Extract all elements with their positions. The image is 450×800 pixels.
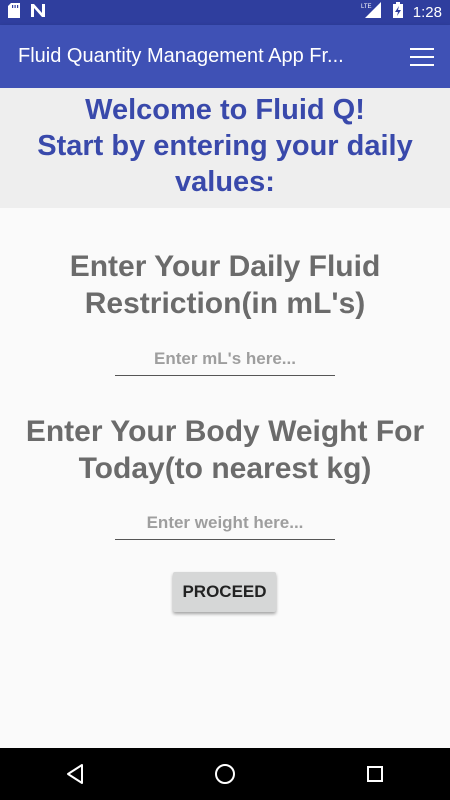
recents-icon[interactable] xyxy=(355,754,395,794)
app-title: Fluid Quantity Management App Fr... xyxy=(18,45,344,67)
fluid-restriction-label: Enter Your Daily Fluid Restriction(in mL… xyxy=(69,250,381,320)
sd-card-icon xyxy=(8,2,20,23)
battery-charging-icon xyxy=(392,2,403,23)
n-notification-icon xyxy=(30,3,46,23)
proceed-button[interactable]: PROCEED xyxy=(173,572,276,612)
lte-signal-icon: LTE xyxy=(361,2,383,23)
body-weight-input[interactable] xyxy=(115,506,335,540)
status-time: 1:28 xyxy=(412,4,442,21)
navigation-bar xyxy=(0,748,450,800)
body-weight-label: Enter Your Body Weight For Today(to near… xyxy=(25,415,425,485)
fluid-restriction-input[interactable] xyxy=(115,342,335,376)
app-bar: Fluid Quantity Management App Fr... xyxy=(0,25,450,88)
back-icon[interactable] xyxy=(55,754,95,794)
home-icon[interactable] xyxy=(205,754,245,794)
svg-text:LTE: LTE xyxy=(361,4,372,10)
welcome-message: Welcome to Fluid Q! Start by entering yo… xyxy=(0,88,450,208)
hamburger-menu-icon[interactable] xyxy=(410,45,434,69)
status-bar: LTE 1:28 xyxy=(0,0,450,25)
